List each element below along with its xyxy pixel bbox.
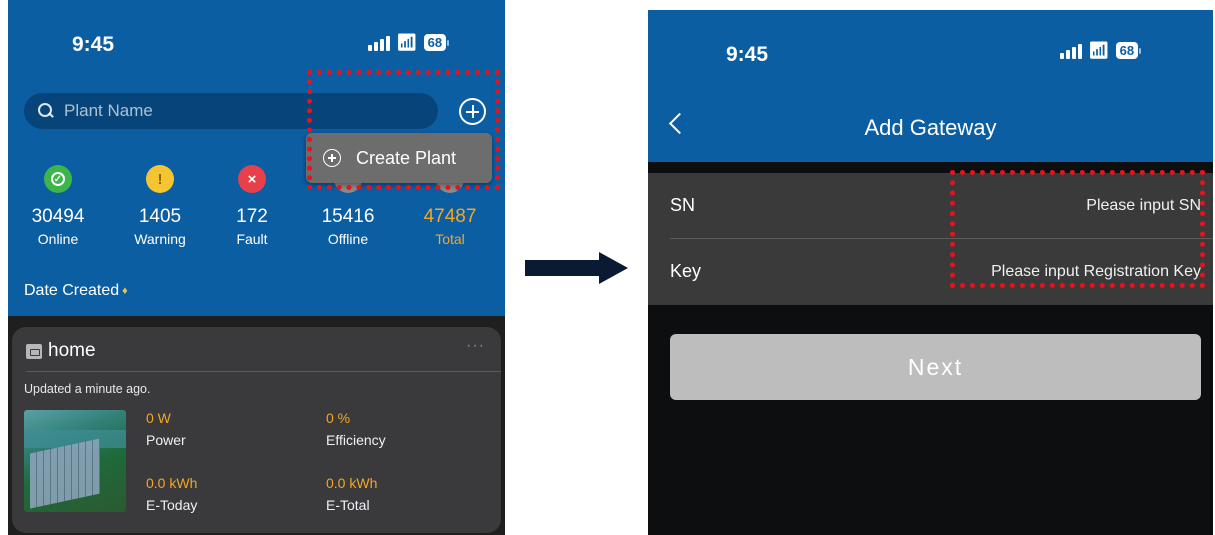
metric-value: 0.0 kWh xyxy=(326,475,378,491)
signal-icon xyxy=(368,35,390,51)
metric-value: 0.0 kWh xyxy=(146,475,198,491)
stat-label: Warning xyxy=(134,231,186,247)
plant-thumbnail xyxy=(24,410,126,512)
stat-label: Total xyxy=(435,231,465,247)
stat-label: Online xyxy=(37,231,79,247)
sn-input[interactable] xyxy=(881,187,1201,225)
stat-value: 47487 xyxy=(423,206,477,227)
right-arrow-icon xyxy=(525,252,628,284)
warning-icon: ! xyxy=(146,165,174,193)
metric-value: 0 W xyxy=(146,410,171,426)
status-time: 9:45 xyxy=(726,43,769,66)
metric-e-total: 0.0 kWh E-Total xyxy=(326,475,377,513)
metric-label: Efficiency xyxy=(326,432,386,448)
plus-circle-icon xyxy=(323,149,341,167)
gateway-form: SN Key xyxy=(648,173,1213,305)
add-gateway-screen: 9:45 📶︎ 68 Add Gateway SN Key Next xyxy=(648,10,1213,535)
registration-key-input[interactable] xyxy=(881,253,1201,291)
battery-icon: 68 xyxy=(1115,42,1142,59)
metric-label: E-Today xyxy=(146,497,198,513)
plant-card[interactable]: home ··· Updated a minute ago. 0 W Power… xyxy=(12,327,501,533)
metric-label: Power xyxy=(146,432,186,448)
check-icon: ✓ xyxy=(44,165,72,193)
stat-value: 30494 xyxy=(31,206,85,227)
status-icons: 📶︎ 68 xyxy=(1060,40,1142,60)
sort-label: Date Created xyxy=(24,282,120,299)
sn-label: SN xyxy=(670,195,696,215)
divider xyxy=(26,371,501,372)
wifi-icon: 📶︎ xyxy=(396,32,418,52)
wifi-icon: 📶︎ xyxy=(1088,40,1110,60)
stat-value: 1405 xyxy=(138,206,182,227)
search-icon xyxy=(38,103,54,119)
plant-list-screen: 9:45 📶︎ 68 ✓ 30494 Online ! 1405 Warning… xyxy=(8,0,505,535)
search-bar[interactable] xyxy=(24,93,438,129)
battery-level: 68 xyxy=(423,34,447,51)
x-icon: × xyxy=(238,165,266,193)
metric-power: 0 W Power xyxy=(146,410,186,448)
sn-row: SN xyxy=(648,173,1213,239)
battery-icon: 68 xyxy=(423,34,450,51)
stat-value: 15416 xyxy=(321,206,375,227)
page-title: Add Gateway xyxy=(864,115,997,140)
stat-value: 172 xyxy=(236,206,268,227)
status-icons: 📶︎ 68 xyxy=(368,32,450,52)
search-input[interactable] xyxy=(64,101,404,121)
key-label: Key xyxy=(670,261,702,281)
stat-label: Offline xyxy=(327,231,369,247)
metric-label: E-Total xyxy=(326,497,370,513)
status-time: 9:45 xyxy=(72,33,115,56)
updated-text: Updated a minute ago. xyxy=(24,382,151,396)
battery-level: 68 xyxy=(1115,42,1139,59)
plant-icon xyxy=(26,344,42,359)
sort-date-created[interactable]: Date Created ♦ xyxy=(24,282,128,300)
next-button[interactable]: Next xyxy=(670,334,1201,400)
key-row: Key xyxy=(648,239,1213,305)
metric-e-today: 0.0 kWh E-Today xyxy=(146,475,197,513)
stat-warning: ! 1405 Warning xyxy=(120,165,200,249)
plant-name: home xyxy=(48,340,96,361)
add-gateway-header: 9:45 📶︎ 68 Add Gateway xyxy=(648,10,1213,162)
more-icon[interactable]: ··· xyxy=(466,337,485,355)
metric-value: 0 % xyxy=(326,410,351,426)
sort-icon: ♦ xyxy=(122,285,128,297)
create-plant-menu-item[interactable]: Create Plant xyxy=(306,133,492,183)
stat-fault: × 172 Fault xyxy=(212,165,292,249)
plus-circle-icon[interactable] xyxy=(459,98,486,125)
stat-online: ✓ 30494 Online xyxy=(18,165,98,249)
signal-icon xyxy=(1060,43,1082,59)
metric-efficiency: 0 % Efficiency xyxy=(326,410,386,448)
stat-label: Fault xyxy=(236,231,268,247)
create-plant-label: Create Plant xyxy=(356,147,457,168)
